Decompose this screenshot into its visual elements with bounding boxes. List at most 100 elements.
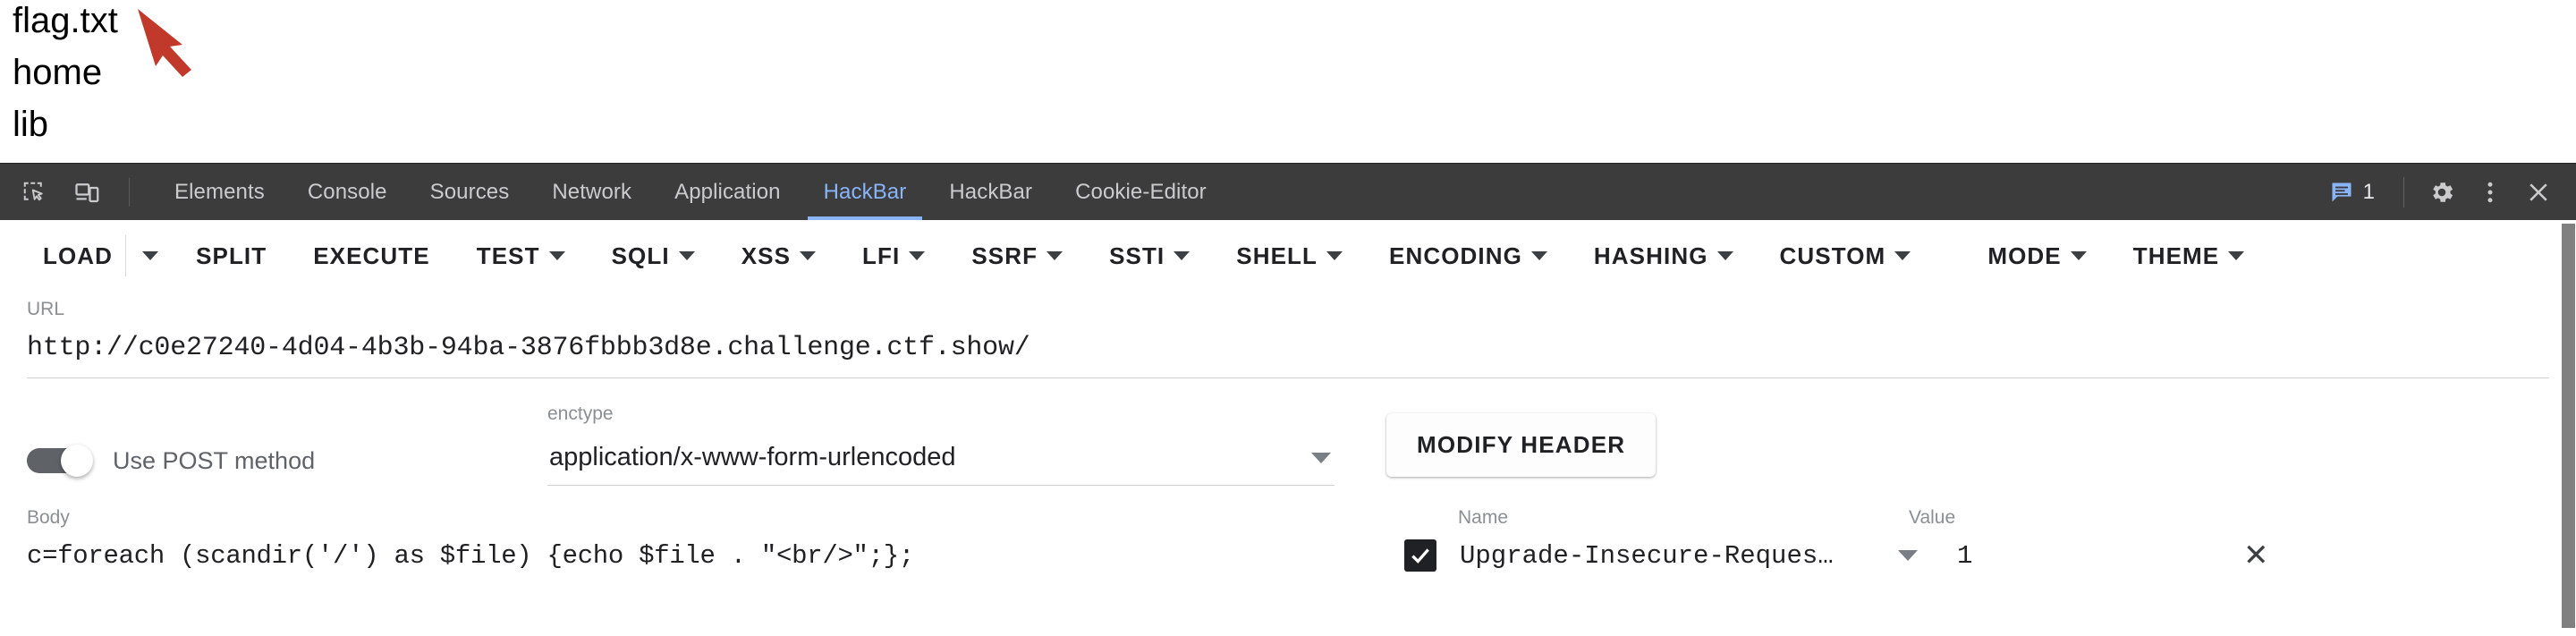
chevron-down-icon — [1898, 550, 1918, 561]
menu-test-label: TEST — [476, 242, 540, 269]
menu-lfi-label: LFI — [862, 242, 901, 269]
chevron-down-icon — [1716, 251, 1733, 260]
modify-header-button[interactable]: MODIFY HEADER — [1386, 413, 1657, 477]
device-toolbar-icon[interactable] — [66, 171, 109, 214]
devtools-window: Elements Console Sources Network Applica… — [0, 163, 2576, 636]
menu-xss-label: XSS — [741, 242, 792, 269]
request-options-row: Use POST method enctype application/x-ww… — [0, 403, 2576, 486]
message-count-indicator[interactable]: 1 — [2317, 180, 2387, 205]
headers-table-header: Name Value — [1352, 507, 2549, 529]
toolbar-divider-right — [2403, 176, 2404, 208]
headers-table: Name Value Upgrade-Insecure-Reques… 1 ✕ — [1333, 507, 2549, 572]
menu-custom-label: CUSTOM — [1779, 242, 1886, 269]
toggle-switch[interactable] — [27, 445, 93, 477]
header-enabled-checkbox[interactable] — [1404, 539, 1436, 572]
red-arrow-annotation — [138, 9, 191, 77]
menu-mode[interactable]: MODE — [1964, 242, 2109, 270]
header-name-column-label: Name — [1458, 507, 1509, 528]
tab-sources[interactable]: Sources — [409, 164, 531, 220]
chevron-down-icon — [2070, 251, 2087, 260]
more-options-icon[interactable] — [2469, 171, 2512, 214]
chevron-down-icon — [909, 251, 926, 260]
remove-header-button[interactable]: ✕ — [2243, 540, 2269, 571]
menu-ssrf[interactable]: SSRF — [948, 242, 1086, 270]
page-text-line-1: home — [13, 53, 103, 92]
enctype-field-group: enctype application/x-www-form-urlencode… — [547, 403, 1335, 486]
chevron-down-icon — [1046, 251, 1063, 260]
tab-hackbar-2[interactable]: HackBar — [928, 164, 1054, 220]
devtools-tabbar: Elements Console Sources Network Applica… — [0, 164, 2576, 220]
menu-split[interactable]: SPLIT — [173, 242, 290, 270]
menu-test[interactable]: TEST — [453, 242, 589, 270]
menu-encoding[interactable]: ENCODING — [1366, 242, 1571, 270]
chevron-down-icon — [1326, 251, 1343, 260]
web-page-content: flag.txt home lib — [0, 0, 2576, 163]
enctype-select[interactable]: application/x-www-form-urlencoded — [547, 434, 1335, 486]
enctype-selected-value: application/x-www-form-urlencoded — [549, 443, 956, 471]
menu-hashing-label: HASHING — [1593, 242, 1708, 269]
menu-custom[interactable]: CUSTOM — [1757, 242, 1935, 270]
body-field-group: Body c=foreach (scandir('/') as $file) {… — [27, 507, 1333, 572]
menu-lfi[interactable]: LFI — [839, 242, 948, 270]
body-label: Body — [27, 507, 70, 528]
devtools-left-tools — [0, 164, 146, 220]
tab-elements[interactable]: Elements — [153, 164, 286, 220]
menu-sqli[interactable]: SQLI — [589, 242, 718, 270]
menu-hashing[interactable]: HASHING — [1571, 242, 1757, 270]
url-input[interactable]: http://c0e27240-4d04-4b3b-94ba-3876fbbb3… — [27, 320, 2549, 378]
toggle-knob — [61, 445, 93, 477]
chevron-down-icon — [678, 251, 695, 260]
menu-ssrf-label: SSRF — [971, 242, 1038, 269]
devtools-right-tools: 1 — [2317, 164, 2576, 220]
menu-divider — [125, 235, 127, 276]
tab-application[interactable]: Application — [653, 164, 802, 220]
menu-theme-label: THEME — [2132, 242, 2220, 269]
toolbar-divider — [129, 177, 130, 207]
chevron-down-icon — [1894, 251, 1911, 260]
menu-shell[interactable]: SHELL — [1213, 242, 1366, 270]
chevron-down-icon — [800, 251, 817, 260]
menu-shell-label: SHELL — [1236, 242, 1318, 269]
message-bubble-icon — [2332, 182, 2351, 201]
devtools-tabs: Elements Console Sources Network Applica… — [146, 164, 1228, 220]
close-icon[interactable] — [2517, 171, 2560, 214]
settings-gear-icon[interactable] — [2420, 171, 2463, 214]
menu-mode-label: MODE — [1987, 242, 2062, 269]
scrollbar-thumb[interactable] — [2562, 224, 2575, 628]
table-row: Upgrade-Insecure-Reques… 1 ✕ — [1352, 529, 2549, 572]
inspect-element-icon[interactable] — [13, 171, 55, 214]
menu-encoding-label: ENCODING — [1389, 242, 1522, 269]
hackbar-scrollbar[interactable] — [2560, 220, 2576, 636]
menu-ssti[interactable]: SSTI — [1086, 242, 1213, 270]
chevron-down-icon — [1530, 251, 1547, 260]
menu-sqli-label: SQLI — [611, 242, 670, 269]
menu-execute[interactable]: EXECUTE — [290, 242, 453, 270]
menu-theme[interactable]: THEME — [2110, 242, 2268, 270]
menu-load-dropdown[interactable] — [128, 251, 173, 260]
tab-cookie-editor[interactable]: Cookie-Editor — [1054, 164, 1228, 220]
header-name-dropdown[interactable] — [1880, 550, 1936, 561]
hackbar-panel: LOAD SPLIT EXECUTE TEST SQLI XSS LFI SSR… — [0, 220, 2576, 636]
hackbar-menubar: LOAD SPLIT EXECUTE TEST SQLI XSS LFI SSR… — [0, 220, 2576, 292]
url-label: URL — [27, 299, 65, 319]
header-name-input[interactable]: Upgrade-Insecure-Reques… — [1460, 541, 1880, 571]
enctype-label: enctype — [547, 403, 614, 424]
url-field-group: URL http://c0e27240-4d04-4b3b-94ba-3876f… — [0, 299, 2576, 378]
header-value-column-label: Value — [1909, 507, 1956, 528]
body-input[interactable]: c=foreach (scandir('/') as $file) {echo … — [27, 529, 1333, 571]
chevron-down-icon — [1174, 251, 1191, 260]
page-text-line-2: lib — [13, 105, 49, 144]
chevron-down-icon — [2228, 251, 2245, 260]
chevron-down-icon — [548, 251, 565, 260]
tab-network[interactable]: Network — [530, 164, 653, 220]
tab-hackbar[interactable]: HackBar — [802, 164, 928, 220]
use-post-method-toggle[interactable]: Use POST method — [27, 445, 546, 486]
page-text-line-0: flag.txt — [13, 1, 118, 40]
use-post-method-label: Use POST method — [113, 446, 316, 474]
header-value-input[interactable]: 1 — [1957, 541, 2243, 571]
message-count-value: 1 — [2362, 179, 2375, 204]
menu-load[interactable]: LOAD — [20, 242, 122, 270]
body-and-headers-row: Body c=foreach (scandir('/') as $file) {… — [0, 507, 2576, 572]
tab-console[interactable]: Console — [286, 164, 409, 220]
menu-xss[interactable]: XSS — [718, 242, 839, 270]
